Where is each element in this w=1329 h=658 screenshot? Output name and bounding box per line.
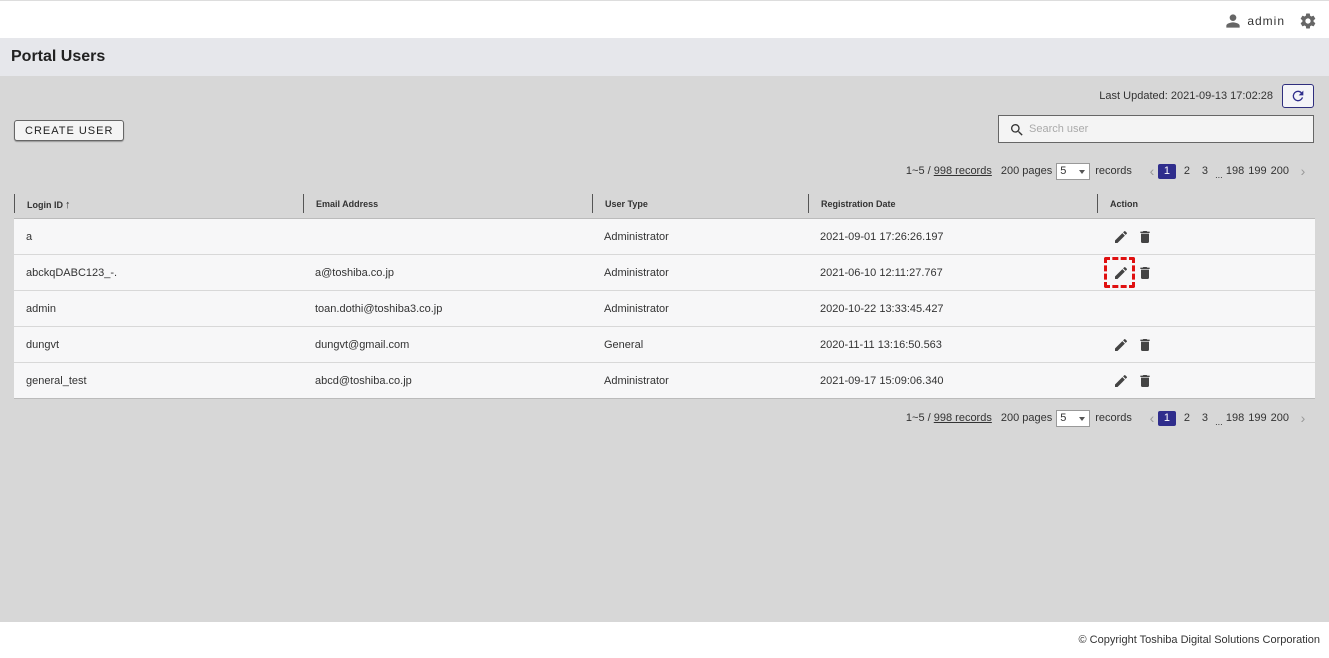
cell-registration-date: 2021-06-10 12:11:27.767 [820,267,943,279]
column-header-user-type[interactable]: User Type [592,194,648,213]
page-size-select[interactable]: 5 [1056,162,1091,180]
chevron-right-icon[interactable]: › [1297,410,1309,426]
page-button-200[interactable]: 200 [1269,411,1291,426]
cell-registration-date: 2021-09-17 15:09:06.340 [820,375,944,387]
table-header: Login ID ↑ Email Address User Type Regist… [14,190,1315,219]
page-button-199[interactable]: 199 [1246,411,1268,426]
chevron-down-icon [1079,169,1086,174]
table-row: dungvt dungvt@gmail.com General 2020-11-… [14,327,1315,363]
chevron-right-icon[interactable]: › [1297,163,1309,179]
person-icon [1226,14,1240,28]
total-records-link[interactable]: 998 records [934,412,992,424]
top-bar: admin [0,0,1329,38]
footer: © Copyright Toshiba Digital Solutions Co… [0,622,1329,658]
table-row: abckqDABC123_-. a@toshiba.co.jp Administ… [14,255,1315,291]
edit-icon[interactable] [1113,229,1129,245]
pages-count: 200 pages [1000,412,1053,424]
page-button-2[interactable]: 2 [1178,164,1196,179]
search-input[interactable] [1029,120,1299,138]
search-icon [1011,124,1023,136]
cell-login-id: general_test [26,375,87,387]
page-button-1[interactable]: 1 [1157,163,1176,179]
trash-icon[interactable] [1137,265,1153,281]
pagination-range: 1~5 / 998 records [906,165,992,177]
total-records-link[interactable]: 998 records [934,165,992,177]
edit-icon[interactable] [1113,373,1129,389]
column-header-action: Action [1097,194,1138,213]
page-button-3[interactable]: 3 [1196,411,1214,426]
cell-user-type: Administrator [604,375,669,387]
cell-registration-date: 2020-10-22 13:33:45.427 [820,303,944,315]
trash-icon[interactable] [1137,373,1153,389]
cell-email: abcd@toshiba.co.jp [315,375,412,387]
trash-icon[interactable] [1137,229,1153,245]
pagination-bottom: 1~5 / 998 records 200 pages 5 records ‹ … [906,408,1309,428]
range-text: 1~5 / [905,165,934,177]
cell-login-id: admin [26,303,56,315]
cell-email: dungvt@gmail.com [315,339,410,351]
pagination-range: 1~5 / 998 records [906,412,992,424]
cell-user-type: Administrator [604,303,669,315]
copyright-text: © Copyright Toshiba Digital Solutions Co… [1078,634,1320,646]
page-size-value: 5 [1060,411,1067,424]
arrow-up-icon: ↑ [65,199,71,211]
chevron-left-icon[interactable]: ‹ [1146,163,1158,179]
column-header-registration-date[interactable]: Registration Date [808,194,896,213]
cell-login-id: a [26,231,33,243]
refresh-icon [1292,90,1304,102]
records-label: records [1095,165,1132,177]
page-title: Portal Users [11,48,106,65]
users-table: Login ID ↑ Email Address User Type Regist… [14,190,1315,399]
last-updated-text: Last Updated: 2021-09-13 17:02:28 [1099,90,1273,102]
page-button-3[interactable]: 3 [1196,164,1214,179]
pagination-top: 1~5 / 998 records 200 pages 5 records ‹ … [906,161,1309,181]
highlight-box [1104,257,1135,288]
cell-user-type: Administrator [604,231,669,243]
page-button-198[interactable]: 198 [1224,411,1246,426]
column-login-id-label: Login ID [27,200,63,210]
page-button-200[interactable]: 200 [1269,164,1291,179]
cell-login-id: abckqDABC123_-. [26,267,118,279]
refresh-button[interactable] [1282,84,1314,108]
cell-user-type: General [604,339,644,351]
range-text: 1~5 / [905,412,934,424]
edit-icon[interactable] [1113,337,1129,353]
chevron-down-icon [1079,416,1086,421]
table-row: a Administrator 2021-09-01 17:26:26.197 [14,219,1315,255]
table-row: general_test abcd@toshiba.co.jp Administ… [14,363,1315,399]
create-user-button[interactable]: CREATE USER [14,120,125,141]
trash-icon[interactable] [1137,337,1153,353]
page-button-198[interactable]: 198 [1224,164,1246,179]
cell-email: toan.dothi@toshiba3.co.jp [315,303,443,315]
page-ellipsis: ... [1215,170,1223,180]
page-size-select[interactable]: 5 [1056,409,1091,427]
pages-count: 200 pages [1000,165,1053,177]
records-label: records [1095,412,1132,424]
page-button-2[interactable]: 2 [1178,411,1196,426]
column-header-login-id[interactable]: Login ID ↑ [14,194,71,213]
page-size-value: 5 [1060,164,1067,177]
cell-user-type: Administrator [604,267,669,279]
search-box [998,115,1314,143]
user-menu[interactable]: admin [1225,13,1285,29]
cell-registration-date: 2021-09-01 17:26:26.197 [820,231,944,243]
cell-login-id: dungvt [26,339,60,351]
page-ellipsis: ... [1215,417,1223,427]
username-label: admin [1247,14,1285,28]
page-button-1[interactable]: 1 [1157,410,1176,426]
column-header-email[interactable]: Email Address [303,194,378,213]
chevron-left-icon[interactable]: ‹ [1146,410,1158,426]
title-bar: Portal Users [0,38,1329,76]
cell-email: a@toshiba.co.jp [315,267,395,279]
table-row: admin toan.dothi@toshiba3.co.jp Administ… [14,291,1315,327]
cell-registration-date: 2020-11-11 13:16:50.563 [820,339,942,351]
gear-icon[interactable] [1299,12,1317,30]
page-button-199[interactable]: 199 [1246,164,1268,179]
